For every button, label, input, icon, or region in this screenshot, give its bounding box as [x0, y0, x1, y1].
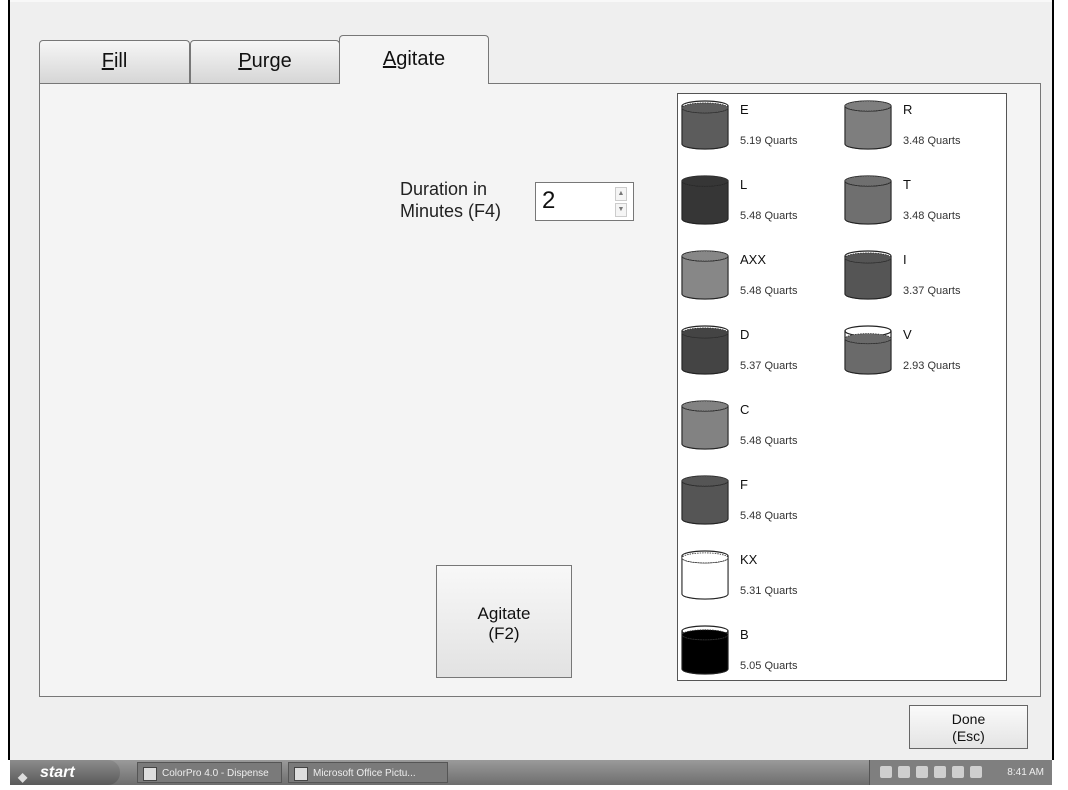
canister-quantity: 3.37 Quarts	[903, 285, 961, 297]
tray-signal-icon[interactable]	[916, 766, 928, 778]
agitate-button-line2: (F2)	[488, 624, 520, 643]
canister-name: V	[903, 327, 912, 342]
canister-name: B	[740, 627, 749, 642]
tab-agitate-mnemonic: A	[382, 48, 397, 70]
canister-name: C	[740, 402, 750, 417]
system-tray: 8:41 AM	[869, 760, 1052, 785]
tray-sync-icon[interactable]	[934, 766, 946, 778]
agitate-button[interactable]: Agitate (F2)	[436, 565, 572, 678]
stepper-up-icon[interactable]: ▲	[615, 187, 627, 201]
tab-purge-label: urge	[251, 50, 292, 72]
canister-name: AXX	[740, 252, 767, 267]
tray-arrow-icon[interactable]	[880, 766, 892, 778]
canister-icon[interactable]	[844, 325, 892, 375]
canister-quantity: 5.37 Quarts	[740, 360, 798, 372]
canister-icon[interactable]	[681, 100, 729, 150]
window-left-border	[8, 0, 10, 760]
tray-usb-icon[interactable]	[970, 766, 982, 778]
tab-agitate[interactable]: Agitate	[339, 35, 489, 84]
duration-label-line1: Duration in	[400, 179, 488, 199]
canister-icon[interactable]	[844, 250, 892, 300]
canister-quantity: 5.19 Quarts	[740, 135, 798, 147]
tab-agitate-label: gitate	[396, 48, 446, 70]
canister-name: KX	[740, 552, 758, 567]
taskbar-item-colorpro[interactable]: ColorPro 4.0 - Dispense	[137, 762, 282, 783]
tab-fill[interactable]: Fill	[39, 40, 190, 83]
window-right-border	[1052, 0, 1054, 760]
agitate-button-line1: Agitate	[477, 604, 531, 623]
canister-name: R	[903, 102, 913, 117]
taskbar: ◆ start ColorPro 4.0 - Dispense Microsof…	[10, 760, 1052, 785]
tray-connection-icon[interactable]	[952, 766, 964, 778]
tray-network-icon[interactable]	[898, 766, 910, 778]
canister-quantity: 5.48 Quarts	[740, 285, 798, 297]
tab-purge[interactable]: Purge	[190, 40, 340, 83]
canister-quantity: 5.05 Quarts	[740, 660, 798, 672]
canister-name: E	[740, 102, 749, 117]
done-button-line1: Done	[951, 711, 986, 727]
start-button[interactable]: ◆ start	[10, 760, 120, 785]
canister-icon[interactable]	[681, 475, 729, 525]
duration-stepper[interactable]: 2 ▲ ▼	[535, 182, 634, 221]
canister-quantity: 5.31 Quarts	[740, 585, 798, 597]
canister-icon[interactable]	[681, 625, 729, 675]
start-label: start	[40, 764, 75, 781]
duration-label-line2: Minutes (F4)	[400, 201, 502, 221]
tab-purge-mnemonic: P	[238, 50, 252, 72]
colorpro-app-icon	[143, 767, 157, 781]
canister-quantity: 3.48 Quarts	[903, 135, 961, 147]
done-button-line2: (Esc)	[952, 728, 985, 744]
canister-icon[interactable]	[681, 250, 729, 300]
canister-quantity: 5.48 Quarts	[740, 210, 798, 222]
canister-icon[interactable]	[844, 100, 892, 150]
duration-label: Duration in Minutes (F4)	[400, 178, 520, 222]
canister-name: D	[740, 327, 750, 342]
canister-name: L	[740, 177, 748, 192]
clock: 8:41 AM	[1007, 767, 1044, 778]
duration-value[interactable]: 2	[542, 187, 555, 215]
canister-quantity: 5.48 Quarts	[740, 510, 798, 522]
done-button[interactable]: Done (Esc)	[909, 705, 1028, 749]
canister-name: F	[740, 477, 748, 492]
canister-name: I	[903, 252, 907, 267]
canister-quantity: 5.48 Quarts	[740, 435, 798, 447]
canister-name: T	[903, 177, 911, 192]
taskbar-item-office-picture[interactable]: Microsoft Office Pictu...	[288, 762, 448, 783]
taskbar-item-label: Microsoft Office Pictu...	[313, 768, 416, 779]
window-top-edge	[8, 0, 1054, 2]
canister-icon[interactable]	[681, 175, 729, 225]
canister-list[interactable]: E 5.19 Quarts R 3.48 Quarts L 5.48 Quarts T 3.4…	[677, 93, 1007, 681]
canister-quantity: 3.48 Quarts	[903, 210, 961, 222]
canister-icon[interactable]	[681, 550, 729, 600]
tab-fill-label: ill	[113, 50, 128, 72]
windows-logo-icon: ◆	[18, 770, 28, 784]
tab-fill-mnemonic: F	[101, 50, 114, 72]
canister-icon[interactable]	[681, 400, 729, 450]
canister-quantity: 2.93 Quarts	[903, 360, 961, 372]
taskbar-item-label: ColorPro 4.0 - Dispense	[162, 768, 269, 779]
office-picture-app-icon	[294, 767, 308, 781]
canister-icon[interactable]	[844, 175, 892, 225]
stepper-down-icon[interactable]: ▼	[615, 203, 627, 217]
canister-icon[interactable]	[681, 325, 729, 375]
